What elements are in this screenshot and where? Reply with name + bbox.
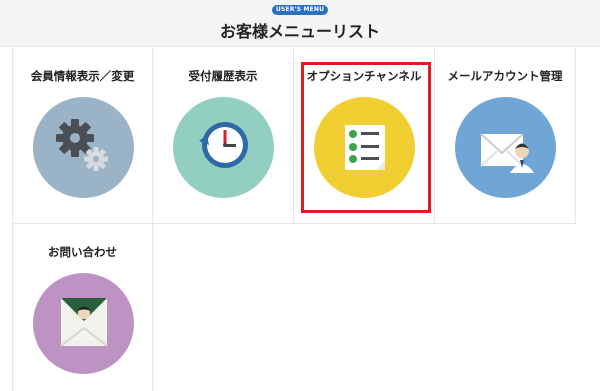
mail-user-icon <box>455 97 556 198</box>
menu-item-label: オプションチャンネル <box>306 69 422 83</box>
menu-item-option-channel[interactable]: オプションチャンネル <box>294 48 435 224</box>
envelope-person-icon <box>33 273 134 374</box>
menu-item-contact[interactable]: お問い合わせ <box>12 224 153 391</box>
menu-item-label: お問い合わせ <box>48 245 117 259</box>
page-header: USER'S MENU お客様メニューリスト <box>0 0 600 47</box>
users-menu-badge: USER'S MENU <box>272 5 328 15</box>
menu-item-label: 会員情報表示／変更 <box>30 69 135 83</box>
menu-item-label: メールアカウント管理 <box>447 69 563 83</box>
menu-item-mail-account[interactable]: メールアカウント管理 <box>435 48 576 224</box>
history-clock-icon <box>173 97 274 198</box>
menu-grid: 会員情報表示／変更 受付履歴表示 オプションチャンネル メールアカウント管理 お… <box>12 48 600 391</box>
page-title: お客様メニューリスト <box>219 22 380 41</box>
menu-item-label: 受付履歴表示 <box>188 69 258 83</box>
menu-item-member-info[interactable]: 会員情報表示／変更 <box>12 48 153 224</box>
menu-item-history[interactable]: 受付履歴表示 <box>153 48 294 224</box>
gears-icon <box>33 97 134 198</box>
checklist-icon <box>314 97 415 198</box>
